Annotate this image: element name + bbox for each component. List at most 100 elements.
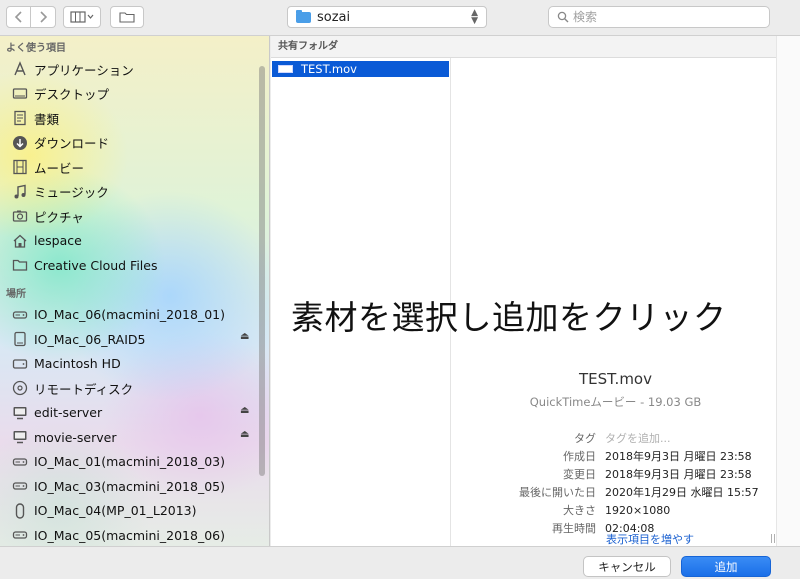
favorites-list: アプリケーション デスクトップ書類ダウンロード ムービーミュージックピクチャ lesp… — [0, 57, 269, 278]
sidebar-location-item-label: リモートディスク — [34, 381, 134, 397]
back-button[interactable] — [6, 6, 31, 28]
metadata-row: 最後に開いた日 2020年1月29日 水曜日 15:57 — [463, 483, 768, 501]
sidebar-location-item[interactable]: IO_Mac_03(macmini_2018_05) — [0, 474, 269, 499]
desktop-icon — [12, 86, 28, 102]
sidebar-favorite-item[interactable]: lespace — [0, 229, 269, 254]
sidebar-location-item[interactable]: edit-server ⏏ — [0, 401, 269, 426]
movie-file-icon — [278, 65, 293, 73]
pictures-icon — [12, 208, 28, 224]
music-icon — [12, 184, 28, 200]
sidebar-location-item-label: IO_Mac_05(macmini_2018_06) — [34, 527, 225, 543]
sidebar: よく使う項目 アプリケーション デスクトップ書類ダウンロード ムービーミュージックピ… — [0, 36, 270, 546]
preview-file-name: TEST.mov — [579, 370, 652, 388]
sidebar-favorite-item[interactable]: Creative Cloud Files — [0, 253, 269, 278]
toolbar: sozai ▲ ▼ — [0, 0, 800, 36]
network-drive-icon — [12, 307, 28, 323]
remote-disc-icon — [12, 380, 28, 396]
server-icon — [12, 429, 28, 445]
sidebar-location-item[interactable]: IO_Mac_01(macmini_2018_03) — [0, 450, 269, 475]
network-drive-icon — [12, 454, 28, 470]
nav-buttons — [6, 6, 56, 28]
sidebar-favorite-item-label: 書類 — [34, 111, 60, 127]
metadata-key: 変更日 — [563, 468, 596, 481]
file-name: TEST.mov — [301, 62, 357, 76]
column-header: 共有フォルダ — [271, 36, 776, 58]
sidebar-favorite-item[interactable]: ダウンロード — [0, 131, 269, 156]
sidebar-favorite-item[interactable]: ピクチャ — [0, 204, 269, 229]
metadata-value: 2018年9月3日 月曜日 23:58 — [605, 468, 752, 481]
search-input[interactable] — [573, 10, 743, 24]
new-folder-icon — [119, 12, 135, 23]
preview-metadata: タグ タグを追加... 作成日 2018年9月3日 月曜日 23:58 変更日 2018年… — [463, 429, 768, 537]
favorites-header: よく使う項目 — [6, 43, 66, 54]
column-view-icon — [70, 11, 94, 23]
view-mode-button[interactable] — [63, 6, 101, 28]
file-row-selected[interactable]: TEST.mov — [272, 61, 449, 77]
sidebar-location-item-label: edit-server — [34, 405, 103, 421]
sidebar-location-item[interactable]: movie-server ⏏ — [0, 425, 269, 450]
sidebar-location-item[interactable]: IO_Mac_04(MP_01_L2013) — [0, 499, 269, 524]
sidebar-location-item-label: Macintosh HD — [34, 356, 121, 372]
sidebar-favorite-item-label: Creative Cloud Files — [34, 257, 158, 273]
cancel-button[interactable]: キャンセル — [583, 556, 671, 577]
downloads-icon — [12, 135, 28, 151]
show-more-link[interactable]: 表示項目を増やす — [606, 531, 694, 547]
instruction-caption: 素材を選択し追加をクリック — [291, 298, 727, 337]
add-button[interactable]: 追加 — [681, 556, 771, 577]
main-scrollbar-track — [776, 36, 800, 546]
sidebar-location-item[interactable]: IO_Mac_06(macmini_2018_01) — [0, 303, 269, 328]
dialog-footer: キャンセル 追加 — [0, 546, 800, 579]
metadata-key: 再生時間 — [552, 522, 596, 535]
column-resize-grip[interactable]: || — [770, 534, 776, 544]
eject-icon[interactable]: ⏏ — [240, 405, 249, 416]
network-drive-icon — [12, 527, 28, 543]
eject-icon[interactable]: ⏏ — [240, 331, 249, 342]
path-folder-name: sozai — [317, 9, 351, 25]
internal-drive-icon — [12, 356, 28, 372]
sidebar-location-item[interactable]: リモートディスク — [0, 376, 269, 401]
network-drive-icon — [12, 478, 28, 494]
metadata-key: 大きさ — [563, 504, 596, 517]
sidebar-favorite-item[interactable]: アプリケーション — [0, 57, 269, 82]
sidebar-location-item[interactable]: IO_Mac_05(macmini_2018_06) — [0, 523, 269, 546]
sidebar-favorite-item-label: ムービー — [34, 160, 85, 176]
sidebar-favorite-item-label: ダウンロード — [34, 136, 110, 152]
tag-input[interactable]: タグを追加... — [605, 430, 671, 446]
folder-icon — [12, 257, 28, 273]
popup-arrows-icon: ▲ ▼ — [471, 8, 478, 26]
folder-icon — [296, 9, 311, 23]
documents-icon — [12, 110, 28, 126]
sidebar-favorite-item[interactable]: ムービー — [0, 155, 269, 180]
search-field[interactable] — [548, 6, 770, 28]
applications-icon — [12, 61, 28, 77]
sidebar-favorite-item[interactable]: 書類 — [0, 106, 269, 131]
sidebar-location-item-label: IO_Mac_06(macmini_2018_01) — [34, 307, 225, 323]
file-browser: 共有フォルダ TEST.mov TEST.mov QuickTimeムービー -… — [271, 36, 800, 546]
metadata-key: 最後に開いた日 — [519, 486, 596, 499]
metadata-key: タグ — [574, 432, 596, 445]
sidebar-favorite-item-label: lespace — [34, 233, 82, 249]
metadata-key: 作成日 — [563, 450, 596, 463]
locations-list: IO_Mac_06(macmini_2018_01) IO_Mac_06_RAID… — [0, 303, 269, 547]
metadata-value: 2018年9月3日 月曜日 23:58 — [605, 450, 752, 463]
chevron-left-icon — [14, 11, 22, 23]
sidebar-scrollbar[interactable] — [259, 66, 265, 476]
sidebar-location-item[interactable]: Macintosh HD — [0, 352, 269, 377]
sidebar-location-item-label: IO_Mac_03(macmini_2018_05) — [34, 478, 225, 494]
eject-icon[interactable]: ⏏ — [240, 429, 249, 440]
forward-button[interactable] — [31, 6, 56, 28]
sidebar-favorite-item-label: ミュージック — [34, 185, 109, 201]
metadata-row: 大きさ 1920×1080 — [463, 501, 768, 519]
sidebar-location-item[interactable]: IO_Mac_06_RAID5 ⏏ — [0, 327, 269, 352]
metadata-value: 1920×1080 — [605, 503, 671, 517]
sidebar-location-item-label: IO_Mac_04(MP_01_L2013) — [34, 503, 197, 519]
path-popup[interactable]: sozai ▲ ▼ — [287, 6, 487, 28]
new-folder-button[interactable] — [110, 6, 144, 28]
metadata-row: タグ タグを追加... — [463, 429, 768, 447]
sidebar-location-item-label: movie-server — [34, 429, 117, 445]
external-drive-icon — [12, 331, 28, 347]
sidebar-favorite-item[interactable]: デスクトップ — [0, 82, 269, 107]
sidebar-favorite-item[interactable]: ミュージック — [0, 180, 269, 205]
sidebar-location-item-label: IO_Mac_06_RAID5 — [34, 331, 146, 347]
metadata-row: 変更日 2018年9月3日 月曜日 23:58 — [463, 465, 768, 483]
